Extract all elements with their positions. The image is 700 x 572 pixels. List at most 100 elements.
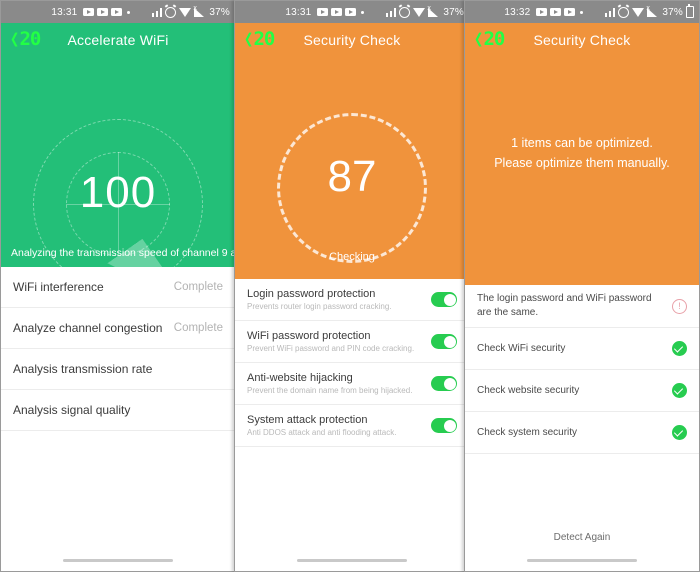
video-icon [345,8,357,16]
toggle-switch[interactable] [431,376,457,391]
check-circle-icon [672,383,687,398]
battery-icon [686,4,694,18]
hero-security-check: ❮20 Security Check 87 Checking [235,23,469,279]
list-item-title: Analysis signal quality [13,403,131,417]
dot-icon [580,10,584,14]
toggle-switch[interactable] [431,418,457,433]
video-icon [331,8,343,16]
list-item[interactable]: Check website security [465,370,699,412]
result-message-line1: 1 items can be optimized. [511,136,653,150]
list-item[interactable]: Analysis signal quality [1,390,235,431]
status-bar-time: 13:31 [285,6,312,18]
detect-again-button[interactable]: Detect Again [465,532,699,543]
home-indicator [297,559,407,562]
status-bar: 13:32 37% [465,1,699,23]
phone-screen-accelerate-wifi: 13:31 37% ❮20 Accelerate WiFi [0,0,236,572]
cellular-icon [427,5,439,17]
list-item-title: Check website security [477,384,580,396]
app-top-bar: ❮20 Accelerate WiFi [1,23,235,59]
list-item-title: Analyze channel congestion [13,321,163,335]
list-item[interactable]: System attack protection Anti DDOS attac… [235,405,469,447]
alarm-icon [399,6,411,18]
check-circle-icon [672,341,687,356]
video-icon [317,8,329,16]
status-bar-time: 13:31 [51,6,78,18]
list-item-title: Anti-website hijacking [247,372,353,384]
list-item-title: System attack protection [247,414,368,426]
page-title: Security Check [303,32,401,48]
video-icon [564,8,576,16]
wifi-icon [632,7,645,17]
video-icon [83,8,95,16]
list-item[interactable]: The login password and WiFi password are… [465,285,699,328]
home-indicator [63,559,173,562]
wifi-icon [179,7,192,17]
list-item-title: Check WiFi security [477,342,566,354]
page-title: Security Check [533,32,631,48]
protection-settings-list: Login password protection Prevents route… [235,279,469,447]
list-item-text: Anti-website hijacking Prevent the domai… [247,372,412,395]
page-title: Accelerate WiFi [67,32,169,48]
list-item-text: WiFi password protection Prevent WiFi pa… [247,330,414,353]
battery-percent-label: 37% [209,6,230,18]
phone-screen-security-check-result: 13:32 37% ❮20 Security Check 1 item [464,0,700,572]
dot-icon [361,10,365,14]
list-item-text: Login password protection Prevents route… [247,288,392,311]
screenshot-stage: 13:31 37% ❮20 Accelerate WiFi [0,0,700,572]
alarm-icon [618,6,630,18]
list-item-title: Check system security [477,426,578,438]
list-item-title: The login password and WiFi password are… [477,293,652,318]
list-item-status: Complete [173,281,223,293]
list-item[interactable]: Login password protection Prevents route… [235,279,469,321]
list-item[interactable]: Anti-website hijacking Prevent the domai… [235,363,469,405]
list-item-text: System attack protection Anti DDOS attac… [247,414,396,437]
status-bar: 13:31 37% [1,1,235,23]
status-bar-time: 13:32 [504,6,531,18]
list-item[interactable]: Analysis transmission rate [1,349,235,390]
gauge-caption: Checking [329,251,375,263]
list-item[interactable]: Check WiFi security [465,328,699,370]
gauge-score-value: 100 [79,168,157,217]
signal-bars-icon [386,7,397,17]
app-top-bar: ❮20 Security Check [235,23,469,59]
app-top-bar: ❮20 Security Check [465,23,699,59]
phone-screen-security-check-checking: 13:31 37% ❮20 Security Check 87 Checki [234,0,470,572]
dot-icon [127,10,131,14]
warning-icon [672,298,687,314]
status-bar-icons [536,5,658,18]
home-indicator [527,559,637,562]
hero-security-result: ❮20 Security Check 1 items can be optimi… [465,23,699,285]
video-icon [111,8,123,16]
list-item-title: Login password protection [247,288,376,300]
security-result-list: The login password and WiFi password are… [465,285,699,454]
cellular-icon [646,5,658,17]
toggle-switch[interactable] [431,334,457,349]
result-message: 1 items can be optimized. Please optimiz… [465,133,699,173]
list-item-status: Complete [173,322,223,334]
battery-percent-label: 37% [662,6,683,18]
signal-bars-icon [152,7,163,17]
signal-bars-icon [605,7,616,17]
video-icon [550,8,562,16]
list-item[interactable]: Analyze channel congestion Complete [1,308,235,349]
status-bar-icons [317,5,439,18]
status-bar-icons [83,5,205,18]
gauge-score-value: 87 [327,152,377,201]
video-icon [97,8,109,16]
toggle-switch[interactable] [431,292,457,307]
list-item[interactable]: WiFi password protection Prevent WiFi pa… [235,321,469,363]
battery-percent-label: 37% [443,6,464,18]
list-item-subtitle: Prevent WiFi password and PIN code crack… [247,344,415,353]
hero-accelerate-wifi: ❮20 Accelerate WiFi 100 Analyzing the tr… [1,23,235,267]
alarm-icon [165,6,177,18]
check-circle-icon [672,425,687,440]
list-item-title: Analysis transmission rate [13,362,153,376]
wifi-icon [413,7,426,17]
result-message-line2: Please optimize them manually. [494,156,670,170]
list-item[interactable]: Check system security [465,412,699,454]
cellular-icon [193,5,205,17]
video-icon [536,8,548,16]
analysis-status-text: Analyzing the transmission speed of chan… [11,247,235,259]
status-bar: 13:31 37% [235,1,469,23]
list-item[interactable]: WiFi interference Complete [1,267,235,308]
